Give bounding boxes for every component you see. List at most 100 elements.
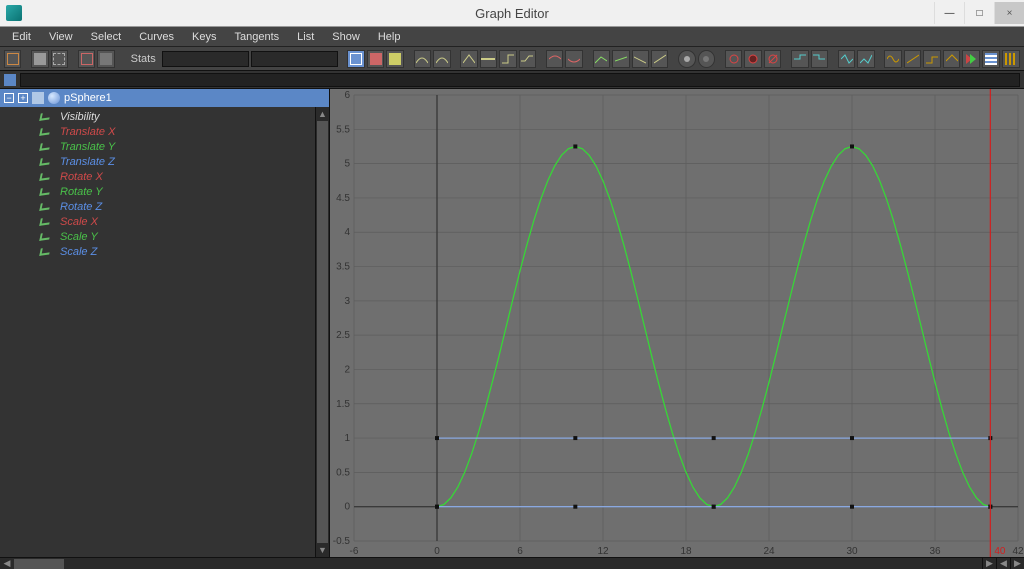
menu-view[interactable]: View bbox=[41, 29, 81, 45]
cycle-icon[interactable] bbox=[838, 50, 855, 68]
minimize-button[interactable]: — bbox=[934, 2, 964, 24]
outliner-selected-object[interactable]: − + pSphere1 bbox=[0, 89, 329, 107]
time-snap-icon[interactable] bbox=[678, 50, 695, 68]
tool-insert-key-icon[interactable] bbox=[31, 50, 48, 68]
spreadsheet-icon[interactable] bbox=[982, 50, 1000, 68]
curve-icon bbox=[40, 128, 52, 136]
cycle-offset-icon[interactable] bbox=[857, 50, 874, 68]
svg-text:12: 12 bbox=[597, 546, 609, 557]
scroll-up-icon[interactable]: ▲ bbox=[316, 107, 329, 121]
menu-list[interactable]: List bbox=[289, 29, 322, 45]
svg-text:6: 6 bbox=[517, 546, 523, 557]
scroll-left2-icon[interactable]: ◀ bbox=[996, 558, 1010, 569]
close-button[interactable]: × bbox=[994, 2, 1024, 24]
tangent-plateau-icon[interactable] bbox=[519, 50, 536, 68]
menu-select[interactable]: Select bbox=[83, 29, 130, 45]
unify-tangent-icon[interactable] bbox=[612, 50, 629, 68]
horizontal-scrollbar[interactable]: ◀ ▶ ◀ ▶ bbox=[0, 557, 1024, 569]
tangent-linear-icon[interactable] bbox=[460, 50, 477, 68]
channel-rotate-x[interactable]: Rotate X bbox=[40, 169, 329, 184]
post-infinity-icon[interactable] bbox=[811, 50, 828, 68]
isolate-curve-icon[interactable] bbox=[725, 50, 742, 68]
tangent-step-icon[interactable] bbox=[499, 50, 516, 68]
scroll-track[interactable] bbox=[14, 558, 982, 569]
stats-label: Stats bbox=[131, 53, 156, 65]
menu-help[interactable]: Help bbox=[370, 29, 409, 45]
channel-label: Rotate Z bbox=[60, 201, 102, 213]
constant-post-icon[interactable] bbox=[923, 50, 940, 68]
svg-text:0: 0 bbox=[344, 502, 350, 513]
svg-text:2: 2 bbox=[344, 364, 350, 375]
curve-icon bbox=[40, 113, 52, 121]
tool-retime-icon[interactable] bbox=[97, 50, 114, 68]
channel-rotate-y[interactable]: Rotate Y bbox=[40, 184, 329, 199]
linear-post-icon[interactable] bbox=[904, 50, 921, 68]
stats-field-2[interactable] bbox=[251, 51, 338, 67]
menu-keys[interactable]: Keys bbox=[184, 29, 224, 45]
svg-text:0: 0 bbox=[434, 546, 440, 557]
scroll-thumb[interactable] bbox=[317, 121, 328, 543]
lock-tangent-icon[interactable] bbox=[651, 50, 668, 68]
channel-translate-y[interactable]: Translate Y bbox=[40, 139, 329, 154]
h-scroll-thumb[interactable] bbox=[14, 559, 64, 569]
sphere-icon bbox=[48, 92, 60, 104]
stats-field-1[interactable] bbox=[162, 51, 249, 67]
maximize-button[interactable]: □ bbox=[964, 2, 994, 24]
outliner-scrollbar[interactable]: ▲ ▼ bbox=[315, 107, 329, 557]
dope-sheet-icon[interactable] bbox=[1002, 50, 1020, 68]
svg-text:1: 1 bbox=[344, 433, 350, 444]
tool-move-key-icon[interactable] bbox=[4, 50, 21, 68]
tangent-flat-icon[interactable] bbox=[480, 50, 497, 68]
svg-text:0.5: 0.5 bbox=[336, 467, 350, 478]
free-tangent-icon[interactable] bbox=[632, 50, 649, 68]
channel-label: Translate Y bbox=[60, 141, 115, 153]
svg-text:4.5: 4.5 bbox=[336, 193, 350, 204]
center-view-icon[interactable] bbox=[386, 50, 403, 68]
frame-playback-icon[interactable] bbox=[367, 50, 384, 68]
expand-toggle-icon[interactable]: + bbox=[18, 93, 28, 103]
curve-plot[interactable]: -606121824303642-0.500.511.522.533.544.5… bbox=[330, 89, 1024, 557]
tangent-spline-icon[interactable] bbox=[414, 50, 431, 68]
mute-channel-icon[interactable] bbox=[744, 50, 761, 68]
bake-icon[interactable] bbox=[943, 50, 960, 68]
window-controls: — □ × bbox=[934, 2, 1024, 24]
template-icon[interactable] bbox=[764, 50, 781, 68]
bookmark-icon[interactable] bbox=[962, 50, 980, 68]
svg-text:30: 30 bbox=[846, 546, 858, 557]
channel-scale-y[interactable]: Scale Y bbox=[40, 229, 329, 244]
scroll-right-icon[interactable]: ▶ bbox=[982, 558, 996, 569]
scroll-left-icon[interactable]: ◀ bbox=[0, 558, 14, 569]
break-tangent-icon[interactable] bbox=[593, 50, 610, 68]
frame-all-icon[interactable] bbox=[347, 50, 364, 68]
menu-tangents[interactable]: Tangents bbox=[227, 29, 288, 45]
channel-rotate-z[interactable]: Rotate Z bbox=[40, 199, 329, 214]
pre-infinity-icon[interactable] bbox=[791, 50, 808, 68]
collapse-toggle-icon[interactable]: − bbox=[4, 93, 14, 103]
channel-scale-z[interactable]: Scale Z bbox=[40, 244, 329, 259]
main-area: − + pSphere1 Visibility Translate X Transl… bbox=[0, 89, 1024, 557]
channel-translate-z[interactable]: Translate Z bbox=[40, 154, 329, 169]
swap-buffer-icon[interactable] bbox=[565, 50, 582, 68]
filter-input[interactable] bbox=[20, 73, 1020, 87]
toolbar: Stats bbox=[0, 47, 1024, 71]
buffer-curve-icon[interactable] bbox=[546, 50, 563, 68]
tool-region-icon[interactable] bbox=[78, 50, 95, 68]
menu-curves[interactable]: Curves bbox=[131, 29, 182, 45]
menu-show[interactable]: Show bbox=[324, 29, 368, 45]
channel-translate-x[interactable]: Translate X bbox=[40, 124, 329, 139]
menu-edit[interactable]: Edit bbox=[4, 29, 39, 45]
svg-text:4: 4 bbox=[344, 227, 350, 238]
scroll-right2-icon[interactable]: ▶ bbox=[1010, 558, 1024, 569]
object-name: pSphere1 bbox=[64, 92, 112, 104]
graph-view[interactable]: -606121824303642-0.500.511.522.533.544.5… bbox=[330, 89, 1024, 557]
channel-visibility[interactable]: Visibility bbox=[40, 109, 329, 124]
curve-icon bbox=[40, 188, 52, 196]
tangent-clamped-icon[interactable] bbox=[433, 50, 450, 68]
oscillate-icon[interactable] bbox=[884, 50, 901, 68]
channel-label: Translate X bbox=[60, 126, 115, 138]
tool-lattice-icon[interactable] bbox=[51, 50, 68, 68]
channel-scale-x[interactable]: Scale X bbox=[40, 214, 329, 229]
svg-text:3.5: 3.5 bbox=[336, 262, 350, 273]
value-snap-icon[interactable] bbox=[698, 50, 715, 68]
scroll-down-icon[interactable]: ▼ bbox=[316, 543, 329, 557]
